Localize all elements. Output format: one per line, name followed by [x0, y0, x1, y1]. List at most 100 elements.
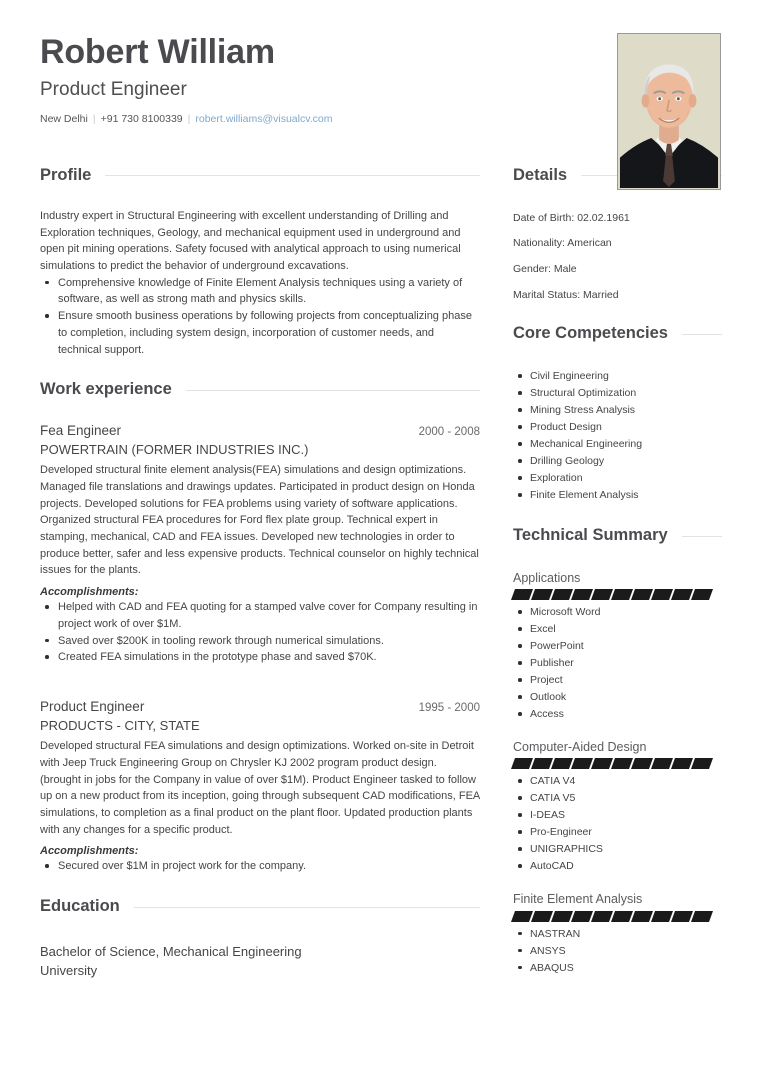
skill-level-segment: [670, 758, 694, 770]
list-item: Product Design: [513, 419, 722, 436]
skill-level-bar: [510, 758, 722, 770]
job-header-row: Fea Engineer 2000 - 2008: [40, 422, 480, 441]
section-education: Education Bachelor of Science, Mechanica…: [40, 897, 480, 980]
work-experience-entry: Product Engineer 1995 - 2000 PRODUCTS - …: [40, 698, 480, 875]
list-item: I-DEAS: [513, 807, 722, 824]
resume-page: Robert William Product Engineer New Delh…: [0, 0, 760, 1075]
core-competencies-heading: Core Competencies: [513, 324, 722, 344]
list-item: Saved over $200K in tooling rework throu…: [40, 633, 480, 650]
profile-heading: Profile: [40, 166, 480, 186]
skill-level-segment: [630, 589, 654, 601]
list-item: Project: [513, 672, 722, 689]
skill-items-list: NASTRAN ANSYS ABAQUS: [513, 926, 722, 977]
list-item: Microsoft Word: [513, 604, 722, 621]
list-item: Created FEA simulations in the prototype…: [40, 649, 480, 666]
list-item: Secured over $1M in project work for the…: [40, 858, 480, 875]
skill-level-segment: [550, 910, 574, 922]
skill-level-segment: [590, 910, 614, 922]
skill-level-segment: [610, 758, 634, 770]
accomplishments-label: Accomplishments:: [40, 845, 139, 858]
details-heading-text: Details: [513, 166, 568, 184]
education-degree: Bachelor of Science, Mechanical Engineer…: [40, 943, 302, 959]
job-position: Fea Engineer: [40, 423, 122, 439]
skill-level-segment: [550, 758, 574, 770]
list-item: Excel: [513, 621, 722, 638]
job-header-row: Product Engineer 1995 - 2000: [40, 698, 480, 717]
section-technical-summary: Technical Summary Applications Microsoft…: [510, 526, 722, 977]
section-work-experience: Work experience Fea Engineer 2000 - 2008…: [40, 380, 480, 875]
skill-level-segment: [690, 589, 714, 601]
skill-level-segment: [510, 758, 534, 770]
skill-items-list: Microsoft Word Excel PowerPoint Publishe…: [513, 604, 722, 723]
list-item: Access: [513, 706, 722, 723]
skill-level-segment: [670, 910, 694, 922]
core-competencies-list: Civil Engineering Structural Optimizatio…: [513, 368, 722, 504]
skill-level-segment: [670, 589, 694, 601]
skill-group-finite-element-analysis: Finite Element Analysis NASTRAN ANSYS AB…: [510, 891, 722, 977]
heading-rule: [681, 333, 722, 335]
detail-row: Nationality: American: [513, 237, 612, 250]
heading-rule: [185, 389, 480, 391]
list-item: UNIGRAPHICS: [513, 841, 722, 858]
detail-row: Gender: Male: [513, 263, 577, 276]
skill-level-segment: [510, 910, 534, 922]
list-item: AutoCAD: [513, 858, 722, 875]
section-core-competencies: Core Competencies Civil Engineering Stru…: [513, 324, 722, 504]
technical-summary-heading-text: Technical Summary: [513, 526, 668, 545]
main-column: Profile Industry expert in Structural En…: [40, 166, 498, 1003]
heading-rule: [681, 535, 722, 537]
skill-group-name: Finite Element Analysis: [513, 892, 643, 907]
education-heading-text: Education: [40, 897, 120, 916]
contact-email[interactable]: robert.williams@visualcv.com: [195, 113, 332, 125]
list-item: Helped with CAD and FEA quoting for a st…: [40, 599, 480, 632]
skill-level-segment: [570, 910, 594, 922]
contact-separator-1: |: [92, 112, 96, 125]
list-item: NASTRAN: [513, 926, 722, 943]
list-item: Structural Optimization: [513, 385, 722, 402]
profile-summary: Industry expert in Structural Engineerin…: [40, 209, 461, 272]
list-item: ABAQUS: [513, 960, 722, 977]
skill-level-segment: [630, 758, 654, 770]
skill-level-segment: [610, 589, 634, 601]
candidate-photo: [617, 33, 721, 190]
skill-level-segment: [650, 589, 674, 601]
list-item: Mining Stress Analysis: [513, 402, 722, 419]
job-dates: 2000 - 2008: [418, 426, 480, 439]
list-item: Outlook: [513, 689, 722, 706]
list-item: CATIA V5: [513, 790, 722, 807]
skill-level-segment: [530, 910, 554, 922]
detail-row: Marital Status: Married: [513, 288, 619, 301]
education-entry: Bachelor of Science, Mechanical Engineer…: [40, 943, 480, 981]
list-item: Publisher: [513, 655, 722, 672]
section-profile: Profile Industry expert in Structural En…: [40, 166, 480, 358]
skill-level-segment: [650, 910, 674, 922]
job-position: Product Engineer: [40, 699, 145, 715]
skill-level-segment: [690, 758, 714, 770]
list-item: Pro-Engineer: [513, 824, 722, 841]
list-item: PowerPoint: [513, 638, 722, 655]
skill-level-bar: [510, 910, 722, 922]
skill-group-name: Computer-Aided Design: [513, 740, 647, 755]
skill-group-applications: Applications Microsoft Word Excel PowerP…: [510, 570, 722, 723]
skill-level-bar: [510, 589, 722, 601]
skill-level-segment: [630, 910, 654, 922]
detail-row: Date of Birth: 02.02.1961: [513, 211, 630, 224]
job-organization: PRODUCTS - CITY, STATE: [40, 717, 200, 733]
list-item: Mechanical Engineering: [513, 436, 722, 453]
job-description: Developed structural finite element anal…: [40, 464, 479, 577]
skill-level-segment: [510, 589, 534, 601]
list-item: CATIA V4: [513, 773, 722, 790]
list-item: ANSYS: [513, 943, 722, 960]
list-item: Drilling Geology: [513, 453, 722, 470]
heading-rule: [105, 175, 480, 177]
list-item: Finite Element Analysis: [513, 487, 722, 504]
accomplishments-label: Accomplishments:: [40, 586, 139, 599]
skill-level-segment: [590, 589, 614, 601]
list-item: Comprehensive knowledge of Finite Elemen…: [40, 275, 480, 308]
contact-phone[interactable]: +91 730 8100339: [101, 113, 183, 125]
resume-header: Robert William Product Engineer New Delh…: [0, 0, 760, 190]
technical-summary-heading: Technical Summary: [513, 526, 722, 546]
work-experience-entry: Fea Engineer 2000 - 2008 POWERTRAIN (FOR…: [40, 422, 480, 666]
core-competencies-heading-text: Core Competencies: [513, 324, 668, 343]
skill-level-segment: [550, 589, 574, 601]
